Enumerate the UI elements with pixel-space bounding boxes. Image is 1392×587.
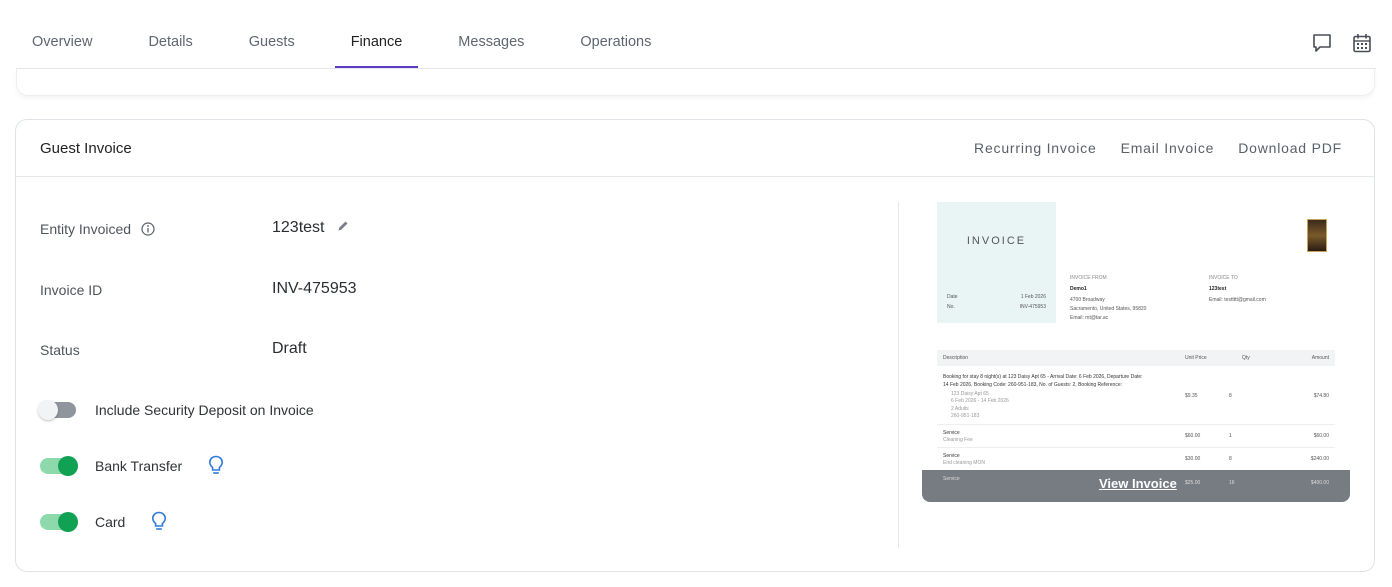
lightbulb-icon[interactable] xyxy=(151,511,167,531)
col-unit-price: Unit Price xyxy=(1185,355,1207,361)
card-toggle[interactable] xyxy=(40,512,78,532)
row-sub: Cleaning Fee xyxy=(943,437,973,443)
row-qty: 16 xyxy=(1229,480,1235,486)
entity-invoiced-text: 123test xyxy=(272,219,325,236)
invoice-table-header: Description Unit Price Qty Amount xyxy=(937,350,1335,366)
view-invoice-overlay[interactable]: Service View Invoice $25.00 16 $400.00 xyxy=(922,470,1350,502)
invoice-id-label: Invoice ID xyxy=(40,282,103,298)
invoice-from-address1: 4700 Broadway xyxy=(1070,297,1105,303)
booking-sub-4: 260-951-183 xyxy=(951,413,980,419)
previous-card-bottom xyxy=(16,68,1375,96)
invoice-id-value: INV-475953 xyxy=(272,280,357,297)
vertical-divider xyxy=(898,202,899,548)
entity-invoiced-value: 123test xyxy=(272,219,349,237)
booking-sub-3: 2 Adults xyxy=(951,406,969,412)
security-deposit-row: Include Security Deposit on Invoice xyxy=(38,400,314,420)
row-amount: $60.00 xyxy=(1313,433,1329,439)
bank-transfer-row: Bank Transfer xyxy=(40,455,224,476)
tab-finance[interactable]: Finance xyxy=(334,20,419,68)
invoice-title-box: INVOICE Date 1 Feb 2026 No. INV-475953 xyxy=(937,202,1056,323)
invoice-preview-title: INVOICE xyxy=(966,235,1027,247)
card-label: Card xyxy=(95,514,126,530)
top-icons xyxy=(1312,33,1372,53)
row-qty: 8 xyxy=(1229,393,1232,399)
tab-bar: Overview Details Guests Finance Messages… xyxy=(0,0,1392,69)
tabs: Overview Details Guests Finance Messages… xyxy=(16,20,691,68)
row-desc: Service xyxy=(943,430,960,436)
card-title: Guest Invoice xyxy=(40,140,132,157)
security-deposit-label: Include Security Deposit on Invoice xyxy=(95,402,314,418)
col-amount: Amount xyxy=(1311,355,1329,361)
header-actions: Recurring Invoice Email Invoice Download… xyxy=(974,140,1342,156)
invoice-to-name: 123test xyxy=(1209,286,1227,292)
row-divider xyxy=(937,447,1335,448)
row-desc: Service xyxy=(943,453,960,459)
row-unit: $60.00 xyxy=(1185,433,1201,439)
booking-sub-1: 123 Daisy Apt 65 xyxy=(951,391,989,397)
col-qty: Qty xyxy=(1242,355,1250,361)
property-logo xyxy=(1307,219,1327,252)
booking-sub-2: 6 Feb 2026 - 14 Feb 2026 xyxy=(951,398,1009,404)
status-label: Status xyxy=(40,342,80,358)
tab-overview[interactable]: Overview xyxy=(16,20,108,66)
info-icon[interactable] xyxy=(141,222,155,236)
tab-details[interactable]: Details xyxy=(132,20,208,66)
tab-messages[interactable]: Messages xyxy=(442,20,540,66)
card-row: Card xyxy=(40,511,167,532)
guest-invoice-card: Guest Invoice Recurring Invoice Email In… xyxy=(15,119,1375,572)
entity-invoiced-label-text: Entity Invoiced xyxy=(40,221,132,237)
tab-guests[interactable]: Guests xyxy=(233,20,311,66)
no-value: INV-475953 xyxy=(1019,304,1046,310)
invoice-to-email: Email: testtttt@gmail.com xyxy=(1209,297,1266,303)
row-unit: $25.00 xyxy=(1185,480,1201,486)
row-amount: $400.00 xyxy=(1310,480,1329,486)
col-description: Description xyxy=(943,355,969,361)
row-qty: 8 xyxy=(1229,456,1232,462)
booking-line-1: Booking for stay 8 night(s) at 123 Daisy… xyxy=(943,374,1143,380)
invoice-to-heading: INVOICE TO xyxy=(1209,275,1238,281)
recurring-invoice-button[interactable]: Recurring Invoice xyxy=(974,140,1097,156)
toggle-knob xyxy=(58,512,78,532)
invoice-from-address2: Sacramento, United States, 95820 xyxy=(1070,306,1147,312)
no-label: No. xyxy=(947,304,955,310)
invoice-from-email: Email: mt@tar.ac xyxy=(1070,315,1109,321)
row-qty: 1 xyxy=(1229,433,1232,439)
toggle-knob xyxy=(38,400,58,420)
toggle-knob xyxy=(58,456,78,476)
tab-operations[interactable]: Operations xyxy=(564,20,667,66)
download-pdf-button[interactable]: Download PDF xyxy=(1238,140,1342,156)
calendar-icon[interactable] xyxy=(1352,33,1372,53)
row-amount: $240.00 xyxy=(1310,456,1329,462)
bank-transfer-toggle[interactable] xyxy=(40,456,78,476)
lightbulb-icon[interactable] xyxy=(208,455,224,475)
row-sub: End cleaning MON xyxy=(943,460,985,466)
chat-bubble-icon[interactable] xyxy=(1312,33,1332,53)
card-header: Guest Invoice Recurring Invoice Email In… xyxy=(16,120,1374,177)
row-divider xyxy=(937,424,1335,425)
invoice-preview[interactable]: INVOICE Date 1 Feb 2026 No. INV-475953 I… xyxy=(922,202,1350,502)
bank-transfer-label: Bank Transfer xyxy=(95,458,183,474)
date-value: 1 Feb 2026 xyxy=(1020,294,1046,300)
row-amount: $74.80 xyxy=(1313,393,1329,399)
pencil-icon[interactable] xyxy=(337,220,349,232)
entity-invoiced-label: Entity Invoiced xyxy=(40,221,155,237)
date-label: Date xyxy=(947,294,958,300)
row-unit: $30.00 xyxy=(1185,456,1201,462)
booking-line-2: 14 Feb 2026, Booking Code: 260-951-183, … xyxy=(943,382,1123,388)
email-invoice-button[interactable]: Email Invoice xyxy=(1121,140,1215,156)
row-unit: $9.35 xyxy=(1185,393,1198,399)
invoice-from-heading: INVOICE FROM xyxy=(1070,275,1107,281)
row-desc: Service xyxy=(943,476,960,482)
status-value: Draft xyxy=(272,340,307,357)
invoice-from-name: Demo1 xyxy=(1070,286,1087,292)
security-deposit-toggle[interactable] xyxy=(38,400,76,420)
view-invoice-link[interactable]: View Invoice xyxy=(1099,476,1177,491)
